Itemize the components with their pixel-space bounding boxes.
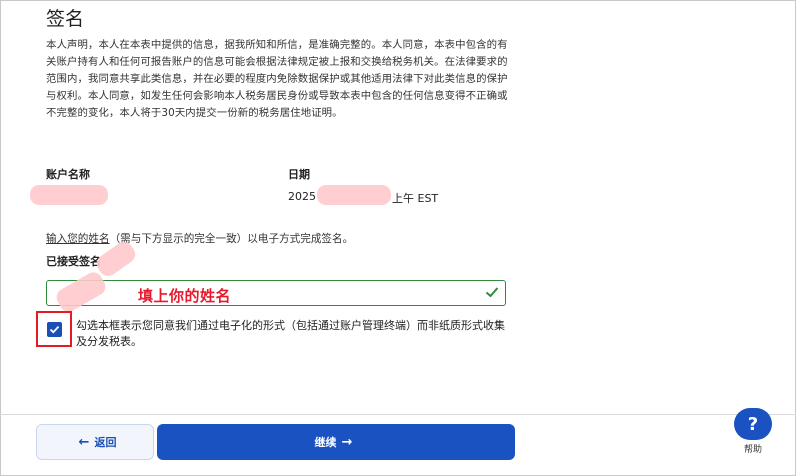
accepted-signature-label: 已接受签名 (46, 255, 101, 268)
valid-check-icon (485, 287, 499, 298)
help-question-icon: ? (734, 408, 772, 440)
help-button[interactable]: ? 帮助 (730, 408, 776, 455)
date-label: 日期 (288, 168, 310, 181)
account-name-label: 账户名称 (46, 168, 90, 181)
arrow-left-icon: ← (78, 434, 90, 450)
help-label: 帮助 (743, 445, 762, 455)
footer-divider (0, 414, 796, 415)
date-time-zone: 上午 EST (392, 192, 439, 205)
declaration-text: 本人声明，本人在本表中提供的信息，据我所知和所信，是准确完整的。本人同意，本表中… (46, 39, 508, 119)
checkmark-icon (49, 325, 60, 334)
fill-name-annotation: 填上你的姓名 (138, 287, 232, 305)
back-button[interactable]: ← 返回 (36, 424, 154, 460)
signature-instruction: 输入您的姓名（需与下方显示的完全一致）以电子方式完成签名。 (46, 231, 353, 246)
instruction-rest: （需与下方显示的完全一致）以电子方式完成签名。 (109, 233, 354, 245)
enter-name-link[interactable]: 输入您的姓名 (46, 233, 110, 245)
back-label: 返回 (94, 436, 117, 449)
consent-checkbox-highlight (36, 311, 72, 347)
date-year: 2025 (288, 190, 316, 203)
signature-input[interactable] (46, 280, 506, 306)
continue-label: 继续 (314, 436, 337, 449)
continue-button[interactable]: 继续 → (157, 424, 515, 460)
redacted-date (317, 185, 391, 205)
page-title: 签名 (46, 8, 85, 30)
consent-text: 勾选本框表示您同意我们通过电子化的形式（包括通过账户管理终端）而非纸质形式收集及… (76, 319, 505, 348)
redacted-account-name (30, 185, 108, 205)
arrow-right-icon: → (341, 434, 353, 450)
consent-checkbox[interactable] (47, 322, 62, 337)
